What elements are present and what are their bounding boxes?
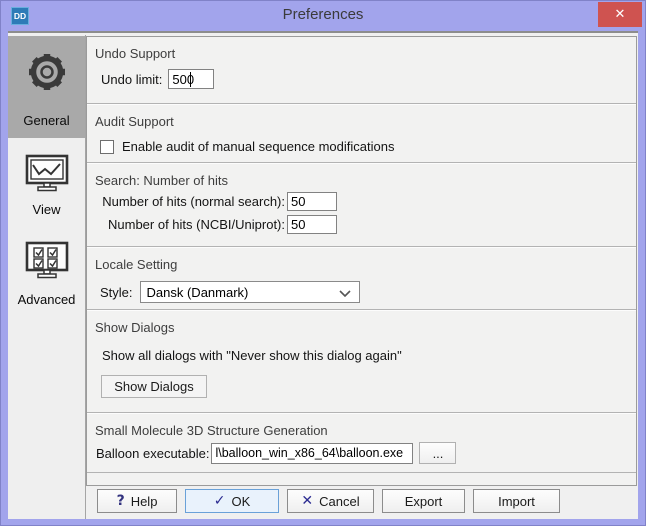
section-heading: Search: Number of hits: [95, 173, 228, 188]
sidebar-item-view[interactable]: View: [8, 145, 85, 237]
show-dialogs-description: Show all dialogs with "Never show this d…: [102, 348, 402, 363]
audit-checkbox-label: Enable audit of manual sequence modifica…: [122, 139, 395, 154]
section-heading: Show Dialogs: [95, 320, 175, 335]
ok-button-label: OK: [231, 493, 251, 509]
section-heading: Undo Support: [95, 46, 176, 61]
ncbi-uniprot-hits-input[interactable]: [287, 215, 337, 234]
undo-limit-label: Undo limit:: [101, 71, 163, 87]
import-button[interactable]: Import: [473, 489, 560, 513]
chevron-down-icon: [338, 290, 351, 297]
section-show-dialogs: Show Dialogs Show all dialogs with "Neve…: [87, 310, 636, 413]
show-dialogs-button[interactable]: Show Dialogs: [101, 375, 207, 398]
x-icon: ✕: [301, 493, 314, 509]
preferences-panel: Undo Support Undo limit: Audit Support E…: [86, 36, 637, 486]
window-title: Preferences: [282, 6, 364, 23]
footer-button-row: ? Help ✓ OK ✕ Cancel Export Import: [86, 489, 638, 514]
section-heading: Locale Setting: [95, 257, 178, 272]
balloon-executable-label: Balloon executable:: [96, 445, 210, 461]
preferences-window: DD Preferences ✕ General View Advanced U…: [0, 0, 646, 526]
help-button-label: Help: [130, 493, 158, 509]
balloon-executable-input[interactable]: [211, 442, 414, 464]
gear-icon: [28, 54, 65, 90]
help-button[interactable]: ? Help: [97, 489, 177, 513]
sidebar-item-label: View: [32, 202, 61, 217]
section-heading: Audit Support: [95, 114, 174, 129]
style-label: Style:: [100, 284, 133, 300]
locale-style-dropdown[interactable]: Dansk (Danmark): [139, 281, 360, 303]
checkmark-icon: ✓: [213, 493, 226, 509]
monitor-checkboxes-icon: [25, 241, 68, 279]
export-button-label: Export: [404, 493, 443, 509]
close-icon: ✕: [614, 7, 626, 22]
normal-search-hits-label: Number of hits (normal search):: [102, 194, 285, 209]
section-heading: Small Molecule 3D Structure Generation: [95, 423, 328, 438]
audit-checkbox[interactable]: [100, 139, 114, 154]
section-search-hits: Search: Number of hits Number of hits (n…: [87, 163, 636, 247]
section-undo-support: Undo Support Undo limit:: [87, 37, 636, 104]
normal-search-hits-input[interactable]: [287, 192, 337, 211]
sidebar-item-general[interactable]: General: [8, 36, 85, 138]
section-locale-setting: Locale Setting Style: Dansk (Danmark): [87, 247, 636, 310]
ok-button[interactable]: ✓ OK: [185, 489, 279, 513]
cancel-button-label: Cancel: [319, 493, 360, 509]
import-button-label: Import: [498, 493, 535, 509]
text-caret: [190, 72, 192, 87]
section-audit-support: Audit Support Enable audit of manual seq…: [87, 104, 636, 163]
monitor-chart-icon: [25, 154, 68, 192]
ncbi-uniprot-hits-label: Number of hits (NCBI/Uniprot):: [108, 217, 285, 232]
sidebar-item-advanced[interactable]: Advanced: [8, 235, 85, 335]
titlebar: DD Preferences ✕: [1, 1, 645, 31]
browse-button[interactable]: ...: [419, 442, 457, 464]
question-mark-icon: ?: [116, 493, 125, 509]
client-area: General View Advanced Undo Support Undo …: [8, 31, 638, 519]
export-button[interactable]: Export: [382, 489, 465, 513]
close-button[interactable]: ✕: [598, 2, 642, 27]
sidebar-item-label: Advanced: [17, 292, 76, 307]
locale-style-value: Dansk (Danmark): [146, 284, 249, 300]
sidebar-item-label: General: [23, 113, 70, 128]
sidebar: General View Advanced: [8, 35, 86, 519]
section-molecule-3d: Small Molecule 3D Structure Generation B…: [87, 413, 636, 473]
cancel-button[interactable]: ✕ Cancel: [287, 489, 374, 513]
undo-limit-input[interactable]: [168, 69, 215, 89]
